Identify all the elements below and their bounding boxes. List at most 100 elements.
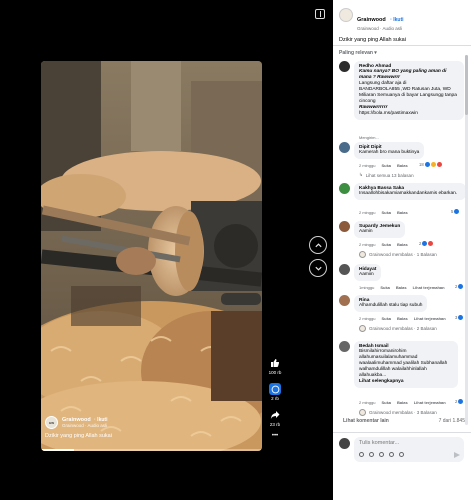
comment-action[interactable]: 2 rb [265,383,285,401]
translate-link[interactable]: Lihat terjemahan [414,400,446,405]
previous-video-button[interactable] [309,236,327,254]
avatar[interactable] [339,295,350,306]
comment-meta: 2 minggu Suka Balas Lihat terjemahan [359,400,446,405]
like-link[interactable]: Suka [381,210,391,215]
reaction-summary[interactable]: 3 [455,315,464,320]
comment-text: BANDARBOLA855 ,WD Ratusan Juta, WD Milia… [359,87,457,104]
next-video-button[interactable] [309,259,327,277]
audio-label[interactable]: Grainwood · Audio asli [357,26,404,31]
reply-link[interactable]: Balas [397,210,408,215]
like-link[interactable]: Suka [380,285,390,290]
comment-meta: 2 minggu Suka Balas [359,242,408,247]
follow-button[interactable]: · Ikuti [390,17,403,23]
replies-label: Lihat semua 13 balasan [365,172,414,178]
comment-bubble: Redho Ahmad Kamu nanya? BO yang paling a… [354,61,464,120]
grainwood-mini-avatar [359,251,366,258]
comment-meta: 2 minggu Suka Balas [359,210,408,215]
reply-link[interactable]: Balas [397,400,408,405]
reaction-summary[interactable]: 2 [455,399,464,404]
comment-bubble: Hidayat Aamiin [354,264,382,281]
love-reaction-icon [436,162,442,167]
page-avatar[interactable]: GW [45,416,58,429]
reply-link[interactable]: Balas [397,163,408,168]
comment-input-box[interactable] [354,437,464,462]
translate-link[interactable]: Lihat terjemahan [413,285,445,290]
page-name[interactable]: Grainwood [357,17,386,23]
camera-icon[interactable] [379,452,384,457]
share-icon [269,409,281,421]
reaction-summary[interactable]: 2 [455,284,464,289]
like-link[interactable]: Suka [381,163,391,168]
view-replies-link[interactable]: Grainwood membalas · 3 Balasan [359,409,437,416]
avatar[interactable] [339,341,350,352]
gif-icon[interactable] [389,452,394,457]
sticker-icon[interactable] [399,452,404,457]
replies-label: Grainwood membalas · 1 Balasan [369,252,437,257]
comment-time: 1minggu [359,285,375,290]
reply-link[interactable]: Balas [396,285,407,290]
reaction-count: 2 [455,284,458,289]
comment-time: 2 minggu [359,242,376,247]
reply-link[interactable]: Balas [397,316,408,321]
reply-link[interactable]: Balas [397,242,408,247]
comment-text: Kamu nanya? BO yang paling aman di mana … [359,69,447,80]
emoji-icon[interactable] [369,452,374,457]
reaction-summary[interactable]: 18 [419,162,442,167]
love-reaction-icon [428,241,434,246]
translate-link[interactable]: Lihat terjemahan [414,316,446,321]
view-more-comments-link[interactable]: Lihat komentar lain [343,418,389,430]
grainwood-mini-avatar [359,325,366,332]
view-replies-link[interactable]: ↳ Lihat semua 13 balasan [359,172,414,178]
reaction-count: 3 [455,315,458,320]
share-count: 23 rb [269,422,281,427]
avatar[interactable] [339,142,350,153]
avatar[interactable] [339,221,350,232]
reaction-count: 5 [451,209,454,214]
like-link[interactable]: Suka [381,400,391,405]
avatar[interactable] [339,183,350,194]
collapse-panel-icon[interactable] [315,9,325,19]
audio-label[interactable]: Grainwood · Audio asli [62,423,107,428]
composer-tools [359,452,404,457]
chevron-up-icon [314,242,322,247]
reaction-count: 18 [419,162,424,167]
avatar[interactable] [339,264,350,275]
comment-icon [269,383,281,395]
comment-list: Redho Ahmad Kamu nanya? BO yang paling a… [333,58,471,430]
avatar[interactable] [339,61,350,72]
grainwood-mini-avatar [359,409,366,416]
comment-text: Kamerah bro mana buktinya [359,150,420,155]
comment-bubble: Dipit Dipit Kamerah bro mana buktinya [354,142,425,159]
comment-bubble: Rina Alhamdulillah stalu tiap subuh [354,295,428,312]
comment-bubble: Supardy Jemekun Aamin [354,221,406,238]
haha-reaction-icon [430,162,436,167]
reaction-summary[interactable]: 5 [451,209,460,214]
page-avatar[interactable] [339,8,353,22]
view-replies-link[interactable]: Grainwood membalas · 2 Balasan [359,325,437,332]
post-caption: Dzikir yang ping Allah sukai [339,37,406,43]
like-reaction-icon [454,209,460,214]
like-reaction-icon [424,162,430,167]
chevron-down-icon [314,266,322,271]
video-progress-bar[interactable] [41,449,262,451]
video-caption: Dzikir yang ping Allah sukai [45,433,112,439]
view-replies-link[interactable]: Grainwood membalas · 1 Balasan [359,251,437,258]
comment-input[interactable] [359,440,459,446]
comments-panel: Grainwood · Ikuti Grainwood · Audio asli… [333,0,471,500]
replies-label: Grainwood membalas · 2 Balasan [369,326,437,331]
like-link[interactable]: Suka [381,242,391,247]
comments-scrollbar[interactable] [465,55,468,425]
more-options-icon[interactable]: ••• [265,433,285,439]
comment-link[interactable]: https://bola.ms/pastimaxwin [359,111,459,117]
video-player[interactable]: GW Grainwood · Ikuti Grainwood · Audio a… [41,61,262,451]
like-reaction-icon [458,399,464,404]
avatar-sticker-icon[interactable] [359,452,364,457]
like-link[interactable]: Suka [381,316,391,321]
comment-text: Aamiin [359,272,374,277]
see-more-link[interactable]: Lihat selengkapnya [359,379,453,385]
reaction-summary[interactable]: 2 [419,241,434,246]
like-action[interactable]: 100 rb [265,357,285,375]
share-action[interactable]: 23 rb [265,409,285,427]
comment-text: Insaallohbisakamiamakkandankamis ebarkan… [359,191,458,196]
send-icon[interactable] [454,452,460,458]
